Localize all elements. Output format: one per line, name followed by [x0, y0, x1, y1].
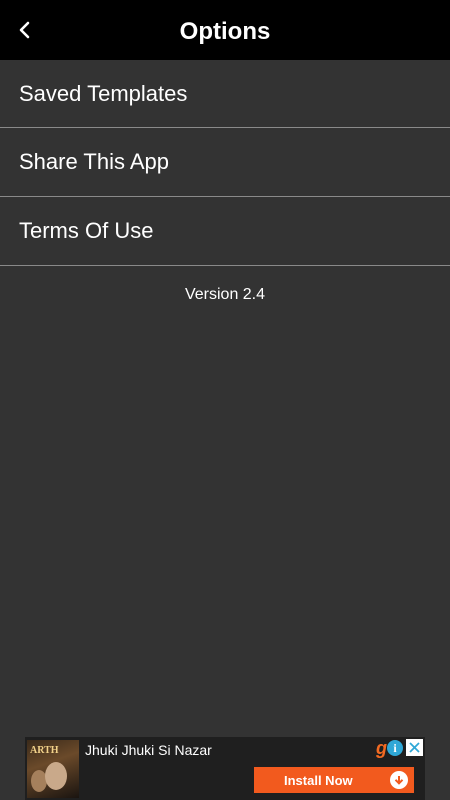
ad-thumbnail[interactable]: ARTH [27, 740, 79, 798]
ad-thumbnail-label: ARTH [30, 745, 59, 756]
page-title: Options [179, 18, 271, 45]
menu-item-label: Terms Of Use [19, 218, 154, 243]
options-menu: Saved Templates Share This App Terms Of … [0, 60, 450, 266]
options-screen: Options Saved Templates Share This App T… [0, 0, 450, 800]
ad-thumbnail-face [45, 762, 67, 790]
menu-item-label: Saved Templates [19, 80, 188, 106]
ad-info-icon[interactable]: i [387, 740, 403, 756]
close-icon [409, 742, 420, 753]
app-header: Options [0, 0, 450, 60]
menu-item-share-app[interactable]: Share This App [0, 128, 450, 197]
menu-item-saved-templates[interactable]: Saved Templates [0, 60, 450, 128]
install-now-label: Install Now [284, 772, 353, 788]
install-now-button[interactable]: Install Now [254, 767, 414, 793]
menu-item-terms-of-use[interactable]: Terms Of Use [0, 197, 450, 266]
ad-brand-logo: g [376, 738, 387, 758]
menu-item-label: Share This App [19, 149, 170, 174]
ad-close-icon[interactable] [406, 739, 423, 756]
ad-banner[interactable]: ARTH Jhuki Jhuki Si Nazar g i Install No… [25, 737, 425, 800]
ad-title[interactable]: Jhuki Jhuki Si Nazar [85, 742, 212, 758]
download-icon [390, 771, 408, 789]
version-label: Version 2.4 [184, 286, 266, 303]
